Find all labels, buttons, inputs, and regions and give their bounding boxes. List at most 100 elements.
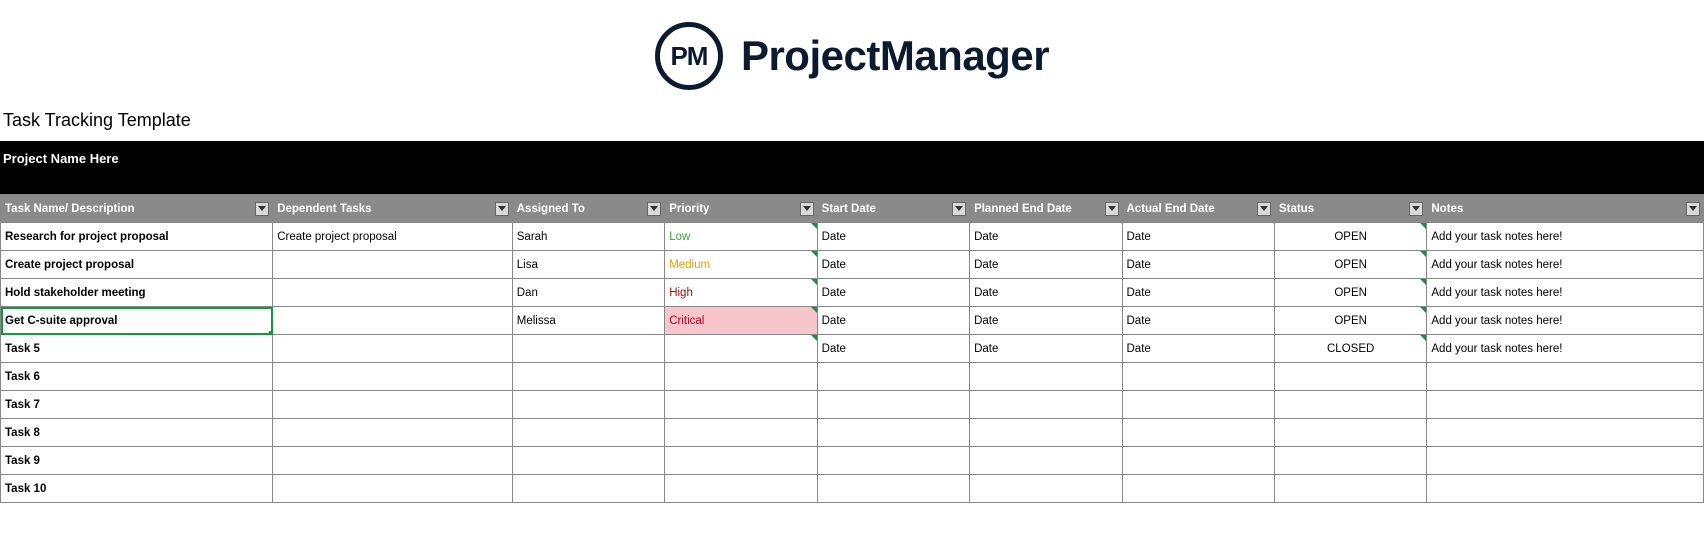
cell-priority[interactable]	[665, 335, 817, 363]
col-header-pri[interactable]: Priority	[665, 195, 817, 223]
filter-icon[interactable]	[1105, 202, 1119, 216]
cell-status[interactable]: OPEN	[1274, 279, 1426, 307]
cell-actualend[interactable]: Date	[1122, 307, 1274, 335]
cell-priority[interactable]: Critical	[665, 307, 817, 335]
cell-taskname[interactable]: Task 5	[1, 335, 273, 363]
table-row[interactable]: Task 6	[1, 363, 1704, 391]
cell-dep[interactable]	[273, 475, 513, 503]
cell-dep[interactable]	[273, 307, 513, 335]
col-header-stat[interactable]: Status	[1274, 195, 1426, 223]
cell-plannedend[interactable]: Date	[970, 307, 1122, 335]
table-row[interactable]: Hold stakeholder meetingDanHighDateDateD…	[1, 279, 1704, 307]
cell-plannedend[interactable]: Date	[970, 335, 1122, 363]
cell-asg[interactable]	[512, 335, 664, 363]
cell-dep[interactable]	[273, 391, 513, 419]
cell-status[interactable]	[1274, 363, 1426, 391]
filter-icon[interactable]	[1686, 202, 1700, 216]
cell-dep[interactable]	[273, 363, 513, 391]
cell-priority[interactable]	[665, 391, 817, 419]
cell-plannedend[interactable]	[970, 447, 1122, 475]
cell-priority[interactable]: Medium	[665, 251, 817, 279]
filter-icon[interactable]	[952, 202, 966, 216]
filter-icon[interactable]	[495, 202, 509, 216]
cell-priority[interactable]	[665, 447, 817, 475]
cell-dep[interactable]	[273, 335, 513, 363]
cell-actualend[interactable]	[1122, 475, 1274, 503]
cell-notes[interactable]	[1427, 419, 1704, 447]
cell-asg[interactable]: Melissa	[512, 307, 664, 335]
cell-actualend[interactable]: Date	[1122, 223, 1274, 251]
table-row[interactable]: Task 9	[1, 447, 1704, 475]
cell-taskname[interactable]: Create project proposal	[1, 251, 273, 279]
project-name-bar[interactable]: Project Name Here	[0, 141, 1704, 194]
cell-plannedend[interactable]	[970, 419, 1122, 447]
cell-taskname[interactable]: Research for project proposal	[1, 223, 273, 251]
cell-dep[interactable]	[273, 419, 513, 447]
cell-status[interactable]: OPEN	[1274, 223, 1426, 251]
cell-startdate[interactable]	[817, 363, 969, 391]
table-row[interactable]: Create project proposalLisaMediumDateDat…	[1, 251, 1704, 279]
cell-asg[interactable]: Dan	[512, 279, 664, 307]
cell-plannedend[interactable]	[970, 363, 1122, 391]
cell-actualend[interactable]: Date	[1122, 251, 1274, 279]
cell-startdate[interactable]: Date	[817, 279, 969, 307]
cell-priority[interactable]	[665, 363, 817, 391]
filter-icon[interactable]	[800, 202, 814, 216]
col-header-notes[interactable]: Notes	[1427, 195, 1704, 223]
cell-taskname[interactable]: Task 9	[1, 447, 273, 475]
table-row[interactable]: Task 7	[1, 391, 1704, 419]
cell-status[interactable]	[1274, 447, 1426, 475]
cell-taskname[interactable]: Task 8	[1, 419, 273, 447]
cell-actualend[interactable]: Date	[1122, 279, 1274, 307]
col-header-sd[interactable]: Start Date	[817, 195, 969, 223]
filter-icon[interactable]	[1409, 202, 1423, 216]
cell-startdate[interactable]: Date	[817, 251, 969, 279]
col-header-task[interactable]: Task Name/ Description	[1, 195, 273, 223]
cell-plannedend[interactable]: Date	[970, 251, 1122, 279]
cell-notes[interactable]: Add your task notes here!	[1427, 251, 1704, 279]
cell-dep[interactable]	[273, 251, 513, 279]
cell-dep[interactable]	[273, 447, 513, 475]
cell-notes[interactable]: Add your task notes here!	[1427, 307, 1704, 335]
cell-taskname[interactable]: Task 7	[1, 391, 273, 419]
cell-actualend[interactable]	[1122, 391, 1274, 419]
table-row[interactable]: Get C-suite approvalMelissaCriticalDateD…	[1, 307, 1704, 335]
cell-notes[interactable]	[1427, 391, 1704, 419]
cell-plannedend[interactable]: Date	[970, 279, 1122, 307]
table-row[interactable]: Task 5DateDateDateCLOSEDAdd your task no…	[1, 335, 1704, 363]
filter-icon[interactable]	[1257, 202, 1271, 216]
cell-startdate[interactable]	[817, 391, 969, 419]
cell-status[interactable]: CLOSED	[1274, 335, 1426, 363]
cell-actualend[interactable]	[1122, 363, 1274, 391]
cell-dep[interactable]	[273, 279, 513, 307]
col-header-dep[interactable]: Dependent Tasks	[273, 195, 513, 223]
cell-priority[interactable]: High	[665, 279, 817, 307]
cell-taskname[interactable]: Task 6	[1, 363, 273, 391]
cell-notes[interactable]: Add your task notes here!	[1427, 279, 1704, 307]
cell-plannedend[interactable]	[970, 391, 1122, 419]
task-table[interactable]: Task Name/ Description Dependent Tasks A…	[0, 194, 1704, 503]
cell-startdate[interactable]: Date	[817, 307, 969, 335]
col-header-asg[interactable]: Assigned To	[512, 195, 664, 223]
cell-priority[interactable]	[665, 419, 817, 447]
cell-taskname[interactable]: Hold stakeholder meeting	[1, 279, 273, 307]
cell-asg[interactable]	[512, 447, 664, 475]
cell-actualend[interactable]	[1122, 447, 1274, 475]
cell-plannedend[interactable]	[970, 475, 1122, 503]
cell-notes[interactable]: Add your task notes here!	[1427, 223, 1704, 251]
filter-icon[interactable]	[647, 202, 661, 216]
cell-startdate[interactable]	[817, 447, 969, 475]
cell-asg[interactable]: Lisa	[512, 251, 664, 279]
cell-actualend[interactable]	[1122, 419, 1274, 447]
cell-priority[interactable]: Low	[665, 223, 817, 251]
col-header-ped[interactable]: Planned End Date	[970, 195, 1122, 223]
cell-dep[interactable]: Create project proposal	[273, 223, 513, 251]
cell-notes[interactable]: Add your task notes here!	[1427, 335, 1704, 363]
cell-asg[interactable]: Sarah	[512, 223, 664, 251]
cell-taskname[interactable]: Get C-suite approval	[1, 307, 273, 335]
cell-priority[interactable]	[665, 475, 817, 503]
cell-startdate[interactable]	[817, 475, 969, 503]
cell-startdate[interactable]: Date	[817, 223, 969, 251]
cell-status[interactable]: OPEN	[1274, 251, 1426, 279]
cell-status[interactable]	[1274, 475, 1426, 503]
